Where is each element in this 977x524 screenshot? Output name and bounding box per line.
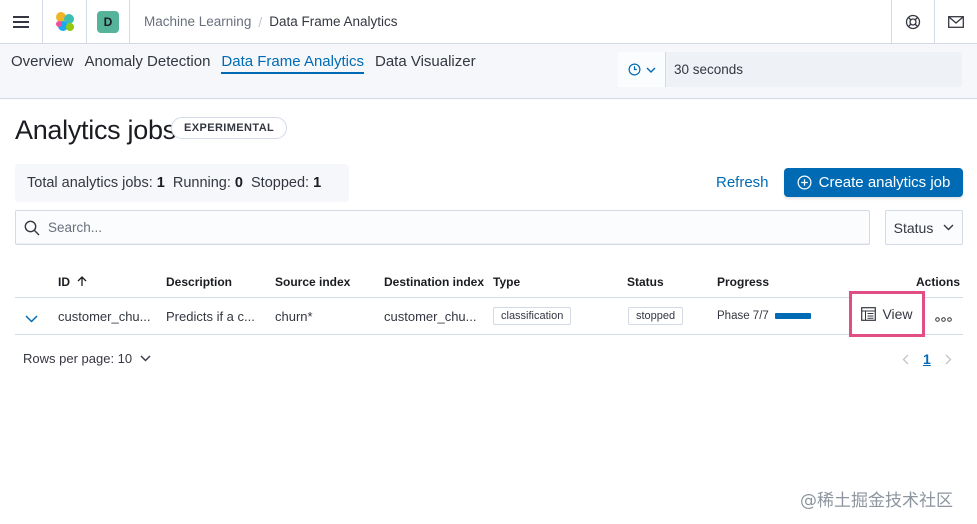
menu-button[interactable] <box>0 0 43 44</box>
clock-icon <box>628 63 640 76</box>
description-cell: Predicts if a c... <box>166 309 255 324</box>
ml-tabs: Overview Anomaly Detection Data Frame An… <box>11 53 476 74</box>
refresh-interval-toggle[interactable] <box>618 52 666 87</box>
help-button[interactable] <box>891 0 934 44</box>
create-analytics-job-label: Create analytics job <box>818 174 951 191</box>
search-box <box>15 210 870 245</box>
more-horizontal-icon <box>935 317 952 322</box>
newsfeed-button[interactable] <box>934 0 977 44</box>
column-header-source-index[interactable]: Source index <box>275 275 350 289</box>
space-selector[interactable]: D <box>87 0 130 44</box>
chevron-down-icon <box>25 315 38 323</box>
refresh-interval-picker: 30 seconds <box>618 52 962 87</box>
more-actions-button[interactable] <box>935 309 952 325</box>
help-lifebuoy-icon <box>905 14 921 29</box>
pagination: 1 <box>902 351 952 367</box>
column-header-actions: Actions <box>916 275 961 289</box>
page-title: Analytics jobs <box>15 115 176 145</box>
refresh-button[interactable]: Refresh <box>716 174 769 191</box>
search-input[interactable] <box>48 220 828 235</box>
status-filter-button[interactable]: Status <box>885 210 963 245</box>
chevron-down-icon <box>140 355 151 362</box>
destination-index-cell: customer_chu... <box>384 309 477 324</box>
column-header-progress: Progress <box>717 275 770 289</box>
search-icon <box>24 220 40 235</box>
refresh-interval-value[interactable]: 30 seconds <box>666 52 743 87</box>
space-avatar: D <box>97 10 119 33</box>
chevron-down-icon <box>943 224 954 231</box>
progress-bar <box>775 313 811 319</box>
experimental-badge: EXPERIMENTAL <box>171 117 288 139</box>
stat-total: Total analytics jobs: 1 <box>27 175 165 191</box>
plus-in-circle-icon <box>797 175 812 190</box>
job-stats-bar: Total analytics jobs: 1 Running: 0 Stopp… <box>15 164 349 202</box>
chevron-down-icon <box>646 67 655 73</box>
tab-anomaly-detection[interactable]: Anomaly Detection <box>85 53 211 74</box>
view-job-label: View <box>882 306 913 322</box>
column-header-id[interactable]: ID <box>58 275 87 289</box>
column-header-status[interactable]: Status <box>627 275 664 289</box>
breadcrumb-separator: / <box>258 13 263 30</box>
table-row: customer_chu... Predicts if a c... churn… <box>15 291 963 337</box>
table-document-icon <box>861 307 877 321</box>
stat-running: Running: 0 <box>172 175 243 191</box>
ml-subnav: Overview Anomaly Detection Data Frame An… <box>0 44 977 99</box>
table-header: ID Description Source index Destination … <box>15 266 963 298</box>
status-badge: stopped <box>628 307 684 325</box>
analytics-jobs-table: ID Description Source index Destination … <box>15 266 963 337</box>
column-header-destination-index[interactable]: Destination index <box>384 275 484 289</box>
tab-data-frame-analytics[interactable]: Data Frame Analytics <box>221 53 364 74</box>
hamburger-icon <box>13 15 29 28</box>
column-header-description[interactable]: Description <box>166 275 232 289</box>
chevron-right-icon[interactable] <box>945 354 952 365</box>
create-analytics-job-button[interactable]: Create analytics job <box>784 168 963 197</box>
status-filter-label: Status <box>893 219 934 236</box>
expand-row-button[interactable] <box>25 311 38 326</box>
chevron-left-icon[interactable] <box>902 354 909 365</box>
page-number-button[interactable]: 1 <box>923 351 931 367</box>
breadcrumb-machine-learning[interactable]: Machine Learning <box>144 14 251 29</box>
elastic-logo-icon <box>55 11 74 31</box>
column-header-type[interactable]: Type <box>493 275 520 289</box>
breadcrumb-data-frame-analytics: Data Frame Analytics <box>269 14 398 29</box>
sort-ascending-icon <box>77 276 87 286</box>
stat-stopped: Stopped: 1 <box>251 175 322 191</box>
mail-icon <box>948 15 964 28</box>
source-index-cell: churn* <box>275 309 313 324</box>
watermark: @稀土掘金技术社区 <box>800 491 953 511</box>
home-logo-button[interactable] <box>43 0 87 44</box>
progress-label: Phase 7/7 <box>717 310 769 322</box>
job-id-cell: customer_chu... <box>58 309 151 324</box>
type-badge: classification <box>493 307 572 325</box>
breadcrumb: Machine Learning / Data Frame Analytics <box>130 14 891 30</box>
rows-per-page-label: Rows per page: 10 <box>23 351 133 366</box>
tab-data-visualizer[interactable]: Data Visualizer <box>375 53 476 74</box>
rows-per-page-selector[interactable]: Rows per page: 10 <box>23 351 151 366</box>
view-job-button[interactable]: View <box>849 291 925 337</box>
tab-overview[interactable]: Overview <box>11 53 74 74</box>
top-header: D Machine Learning / Data Frame Analytic… <box>0 0 977 44</box>
